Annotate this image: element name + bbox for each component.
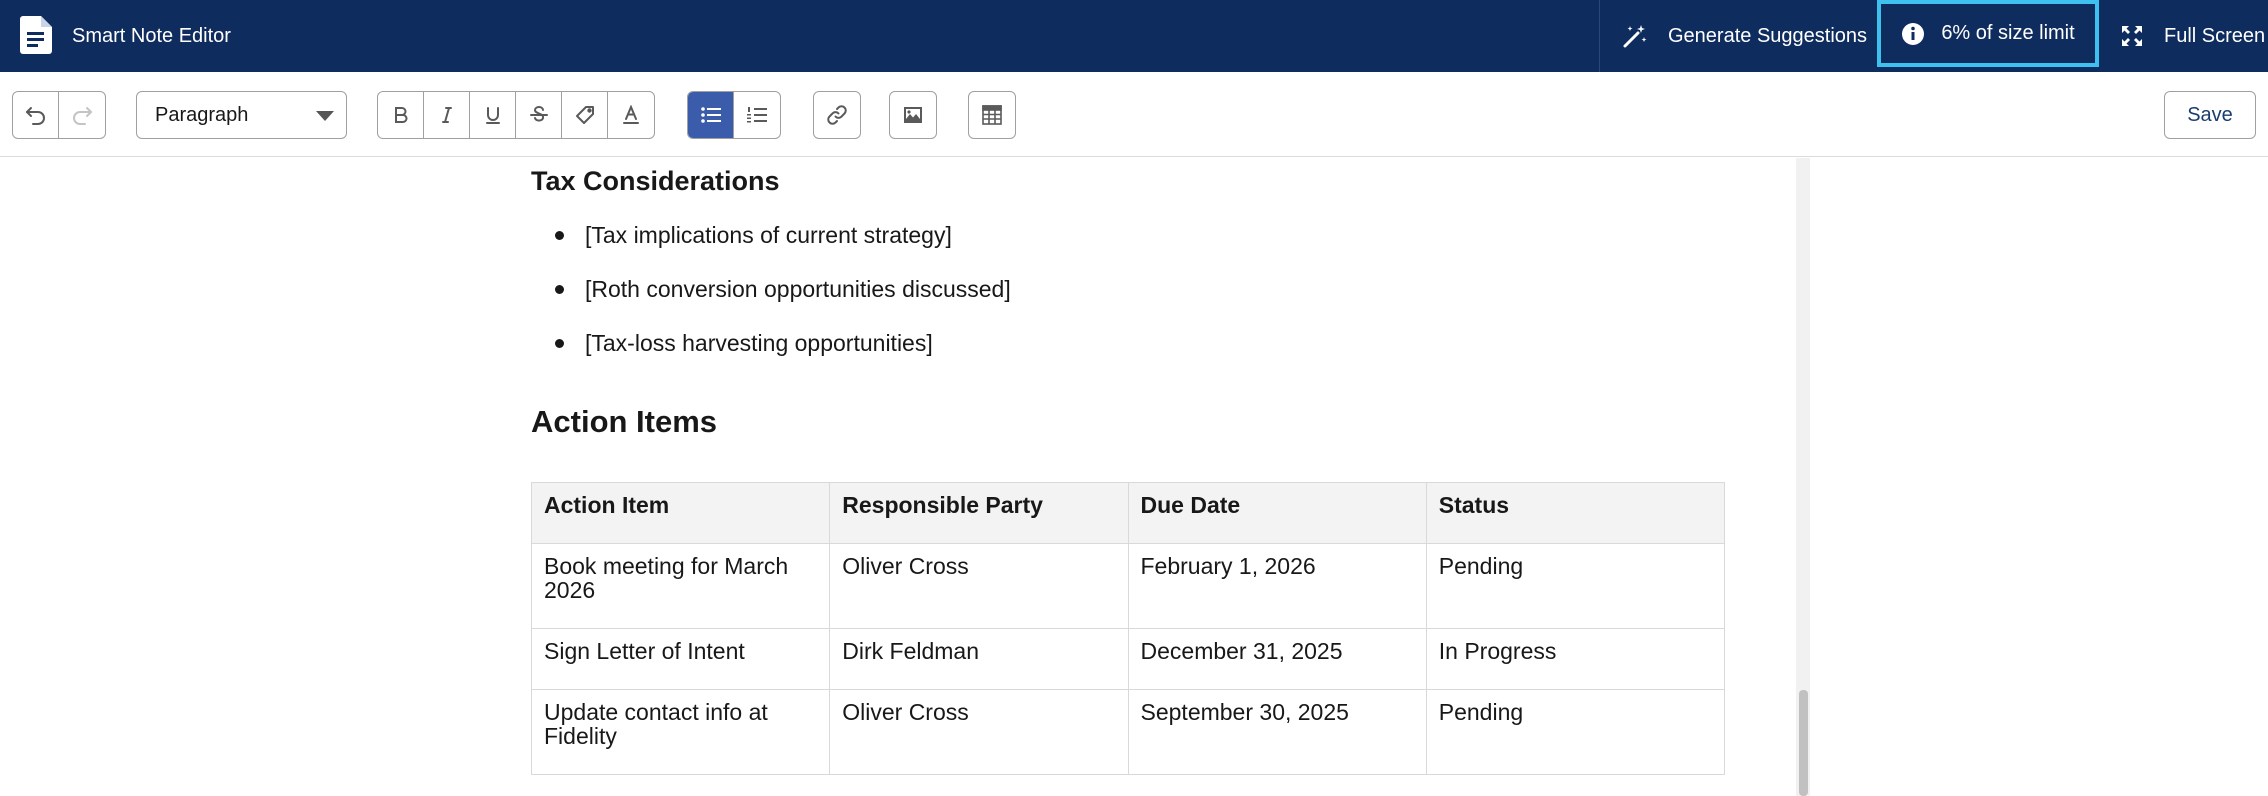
list-item: [Roth conversion opportunities discussed… bbox=[555, 276, 1011, 330]
info-icon bbox=[1902, 22, 1925, 45]
table-row: Sign Letter of Intent Dirk Feldman Decem… bbox=[530, 628, 1726, 690]
text-format-group bbox=[377, 91, 655, 139]
italic-button[interactable] bbox=[424, 92, 470, 138]
table-cell: Pending bbox=[1425, 543, 1726, 629]
redo-button[interactable] bbox=[59, 92, 105, 138]
size-limit-indicator[interactable]: 6% of size limit bbox=[1877, 0, 2099, 67]
list-item: [Tax-loss harvesting opportunities] bbox=[555, 330, 1011, 384]
clear-format-button[interactable] bbox=[562, 92, 608, 138]
editor-toolbar: Paragraph Save bbox=[0, 72, 2268, 157]
generate-suggestions-label: Generate Suggestions bbox=[1668, 24, 1868, 47]
table-cell: September 30, 2025 bbox=[1127, 689, 1427, 775]
table-cell: In Progress bbox=[1425, 628, 1726, 690]
app-header: Smart Note Editor Generate Suggestions 6… bbox=[0, 0, 2268, 72]
expand-icon bbox=[2122, 26, 2142, 46]
history-group bbox=[12, 91, 106, 139]
column-header: Due Date bbox=[1127, 482, 1427, 544]
text-color-button[interactable] bbox=[608, 92, 654, 138]
clear-format-icon bbox=[575, 106, 594, 124]
save-button[interactable]: Save bbox=[2164, 91, 2256, 139]
size-limit-label: 6% of size limit bbox=[1941, 22, 2075, 44]
link-group bbox=[813, 91, 861, 139]
underline-icon bbox=[485, 107, 500, 124]
image-group bbox=[889, 91, 937, 139]
header-divider bbox=[1599, 0, 1600, 72]
insert-table-button[interactable] bbox=[969, 92, 1015, 138]
tax-considerations-list: [Tax implications of current strategy] [… bbox=[555, 222, 1011, 384]
magic-wand-icon bbox=[1623, 25, 1647, 48]
table-cell: Book meeting for March 2026 bbox=[530, 543, 831, 629]
generate-suggestions-button[interactable]: Generate Suggestions bbox=[1622, 0, 1867, 72]
chevron-down-icon bbox=[316, 111, 334, 121]
table-header-row: Action Item Responsible Party Due Date S… bbox=[530, 482, 1726, 544]
insert-image-button[interactable] bbox=[890, 92, 936, 138]
bold-button[interactable] bbox=[378, 92, 424, 138]
paragraph-format-select[interactable]: Paragraph bbox=[136, 91, 347, 139]
table-row: Book meeting for March 2026 Oliver Cross… bbox=[530, 543, 1726, 629]
editor-content[interactable]: Tax Considerations [Tax implications of … bbox=[0, 158, 2268, 796]
column-header: Action Item bbox=[530, 482, 831, 544]
table-icon bbox=[982, 105, 1002, 125]
numbered-list-button[interactable] bbox=[734, 92, 780, 138]
strikethrough-button[interactable] bbox=[516, 92, 562, 138]
list-item: [Tax implications of current strategy] bbox=[555, 222, 1011, 276]
tax-considerations-heading: Tax Considerations bbox=[531, 166, 780, 196]
column-header: Status bbox=[1425, 482, 1726, 544]
strikethrough-icon bbox=[529, 106, 548, 122]
underline-button[interactable] bbox=[470, 92, 516, 138]
action-items-table: Action Item Responsible Party Due Date S… bbox=[530, 482, 1726, 775]
table-cell: Oliver Cross bbox=[829, 689, 1129, 775]
document-icon bbox=[20, 16, 52, 54]
app-title: Smart Note Editor bbox=[72, 25, 231, 47]
insert-link-button[interactable] bbox=[814, 92, 860, 138]
table-row: Update contact info at Fidelity Oliver C… bbox=[530, 689, 1726, 775]
paragraph-format-value: Paragraph bbox=[155, 103, 249, 126]
table-cell: Pending bbox=[1425, 689, 1726, 775]
text-color-icon bbox=[623, 105, 639, 124]
table-cell: Update contact info at Fidelity bbox=[530, 689, 831, 775]
image-icon bbox=[904, 107, 922, 123]
action-items-heading: Action Items bbox=[531, 404, 718, 439]
table-cell: Sign Letter of Intent bbox=[530, 628, 831, 690]
column-header: Responsible Party bbox=[829, 482, 1129, 544]
table-group bbox=[968, 91, 1016, 139]
undo-icon bbox=[25, 107, 45, 125]
undo-button[interactable] bbox=[13, 92, 59, 138]
redo-icon bbox=[73, 107, 92, 125]
full-screen-label: Full Screen bbox=[2164, 24, 2266, 47]
table-cell: December 31, 2025 bbox=[1127, 628, 1427, 690]
full-screen-button[interactable]: Full Screen bbox=[2120, 0, 2265, 72]
bulleted-list-button[interactable] bbox=[688, 92, 734, 138]
numbered-list-icon bbox=[747, 107, 767, 123]
table-cell: Dirk Feldman bbox=[829, 628, 1129, 690]
bulleted-list-icon bbox=[700, 107, 721, 123]
scrollbar-thumb[interactable] bbox=[1799, 690, 1808, 796]
italic-icon bbox=[441, 107, 452, 123]
bold-icon bbox=[394, 107, 407, 123]
table-cell: Oliver Cross bbox=[829, 543, 1129, 629]
link-icon bbox=[827, 105, 847, 125]
table-cell: February 1, 2026 bbox=[1127, 543, 1427, 629]
list-group bbox=[687, 91, 781, 139]
